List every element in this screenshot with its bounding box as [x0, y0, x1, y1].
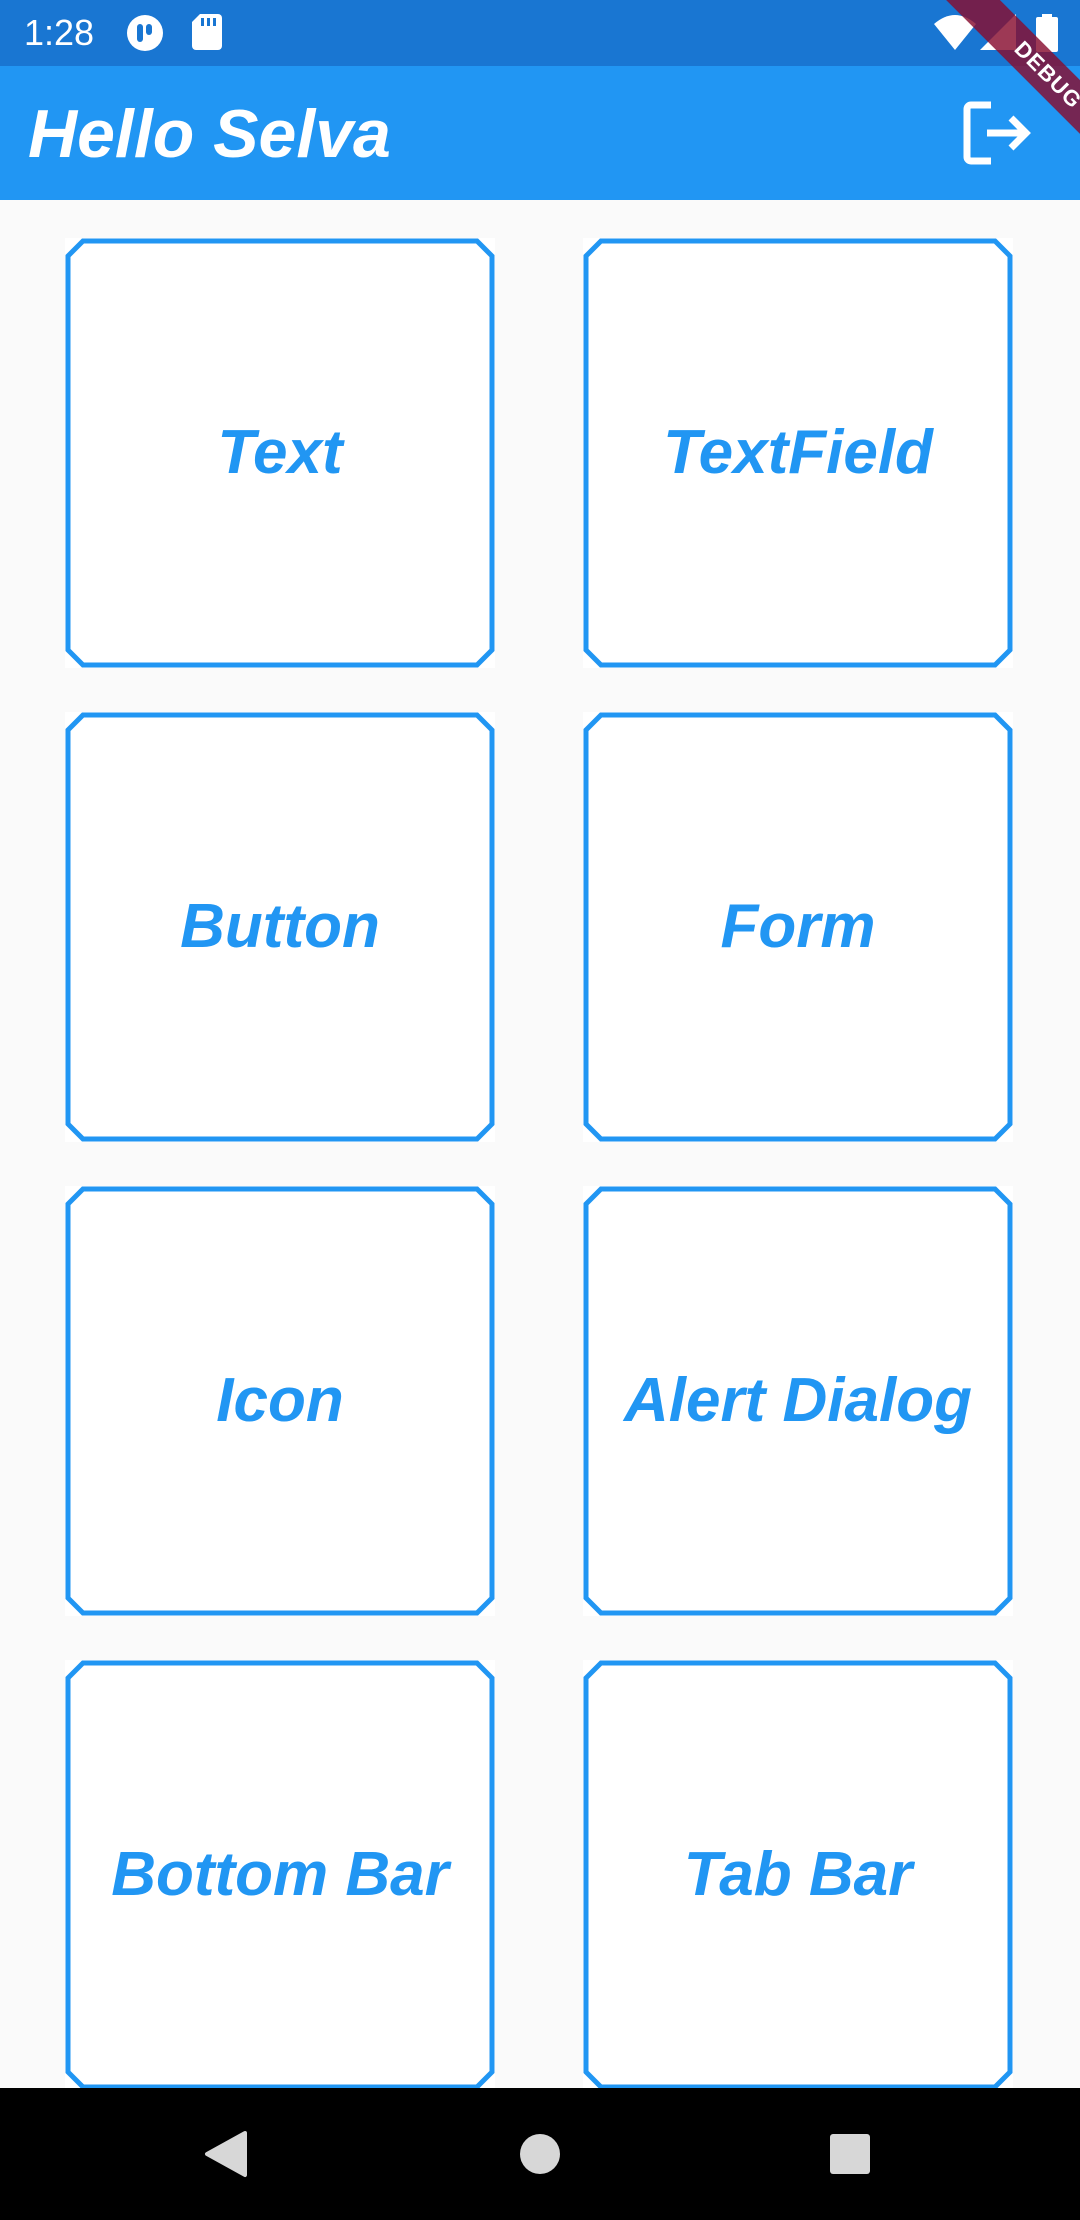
status-time: 1:28 [24, 12, 95, 53]
app-notification-icon [126, 14, 164, 57]
tile-label: Icon [216, 1366, 344, 1435]
tile-label: TextField [663, 418, 933, 487]
tile-tab-bar[interactable]: Tab Bar [583, 1660, 1013, 2088]
tile-bottom-bar[interactable]: Bottom Bar [65, 1660, 495, 2088]
tile-label: Alert Dialog [624, 1366, 972, 1435]
tile-label: Form [720, 892, 876, 961]
sd-card-icon [192, 14, 222, 55]
tile-textfield[interactable]: TextField [583, 238, 1013, 668]
tile-label: Tab Bar [683, 1840, 913, 1909]
recents-button[interactable] [820, 2124, 880, 2184]
navigation-bar [0, 2088, 1080, 2220]
home-icon [520, 2134, 560, 2174]
tile-text[interactable]: Text [65, 238, 495, 668]
status-bar: 1:28 [0, 0, 1080, 66]
tile-alert-dialog[interactable]: Alert Dialog [583, 1186, 1013, 1616]
tile-grid: Text TextField Button Form Icon Alert Di… [0, 200, 1080, 2088]
recents-icon [830, 2134, 870, 2174]
back-icon [205, 2131, 247, 2177]
tile-label: Bottom Bar [111, 1840, 449, 1909]
home-button[interactable] [510, 2124, 570, 2184]
logout-icon [963, 101, 1031, 165]
screen: 1:28 Hello Selva DEBUG Text TextField Bu… [0, 0, 1080, 2220]
tile-button[interactable]: Button [65, 712, 495, 1142]
tile-label: Text [217, 418, 343, 487]
app-bar: Hello Selva [0, 66, 1080, 200]
tile-label: Button [180, 892, 380, 961]
logout-button[interactable] [958, 96, 1038, 170]
page-title: Hello Selva [28, 96, 391, 172]
tile-form[interactable]: Form [583, 712, 1013, 1142]
tile-icon[interactable]: Icon [65, 1186, 495, 1616]
back-button[interactable] [196, 2124, 256, 2184]
